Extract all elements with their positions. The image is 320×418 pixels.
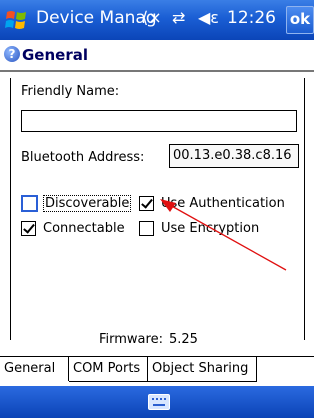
use-encryption-checkbox[interactable] xyxy=(139,221,154,236)
tab-bar: General COM Ports Object Sharing xyxy=(0,356,314,383)
page-title: General xyxy=(22,46,88,64)
ok-button[interactable]: ok xyxy=(286,6,314,34)
volume-icon[interactable]: ◀ε xyxy=(198,8,219,27)
connectable-label: Connectable xyxy=(43,221,125,236)
settings-panel: Friendly Name: Bluetooth Address: 00.13.… xyxy=(10,78,305,347)
friendly-name-field[interactable] xyxy=(21,110,297,132)
window-title: Device Manag xyxy=(36,8,157,28)
tab-object-sharing[interactable]: Object Sharing xyxy=(148,357,257,382)
tab-general[interactable]: General xyxy=(0,357,69,381)
discoverable-label: Discoverable xyxy=(43,195,132,212)
connectivity-icon[interactable]: ⟨× xyxy=(142,8,162,27)
signal-icon[interactable]: ⇄ xyxy=(172,8,185,27)
use-authentication-label: Use Authentication xyxy=(161,196,285,211)
discoverable-label-wrap: Discoverable xyxy=(43,195,132,212)
discoverable-checkbox[interactable] xyxy=(21,195,38,212)
use-encryption-label: Use Encryption xyxy=(161,221,260,236)
bluetooth-address-label: Bluetooth Address: xyxy=(21,150,145,165)
windows-flag-icon[interactable] xyxy=(4,8,30,32)
page-header: ? General xyxy=(0,40,314,72)
keyboard-icon[interactable] xyxy=(148,394,170,410)
friendly-name-label: Friendly Name: xyxy=(21,84,120,99)
bluetooth-address-field: 00.13.e0.38.c8.16 xyxy=(169,144,299,168)
use-authentication-checkbox[interactable] xyxy=(139,196,154,211)
firmware-value: 5.25 xyxy=(169,332,198,347)
clock[interactable]: 12:26 xyxy=(227,8,276,28)
firmware-label: Firmware: xyxy=(99,332,163,347)
bottom-bar xyxy=(0,386,314,418)
help-icon: ? xyxy=(4,46,20,62)
tab-com-ports[interactable]: COM Ports xyxy=(69,357,148,382)
connectable-checkbox[interactable] xyxy=(21,221,36,236)
title-bar: Device Manag ⟨× ⇄ ◀ε 12:26 ok xyxy=(0,0,314,40)
